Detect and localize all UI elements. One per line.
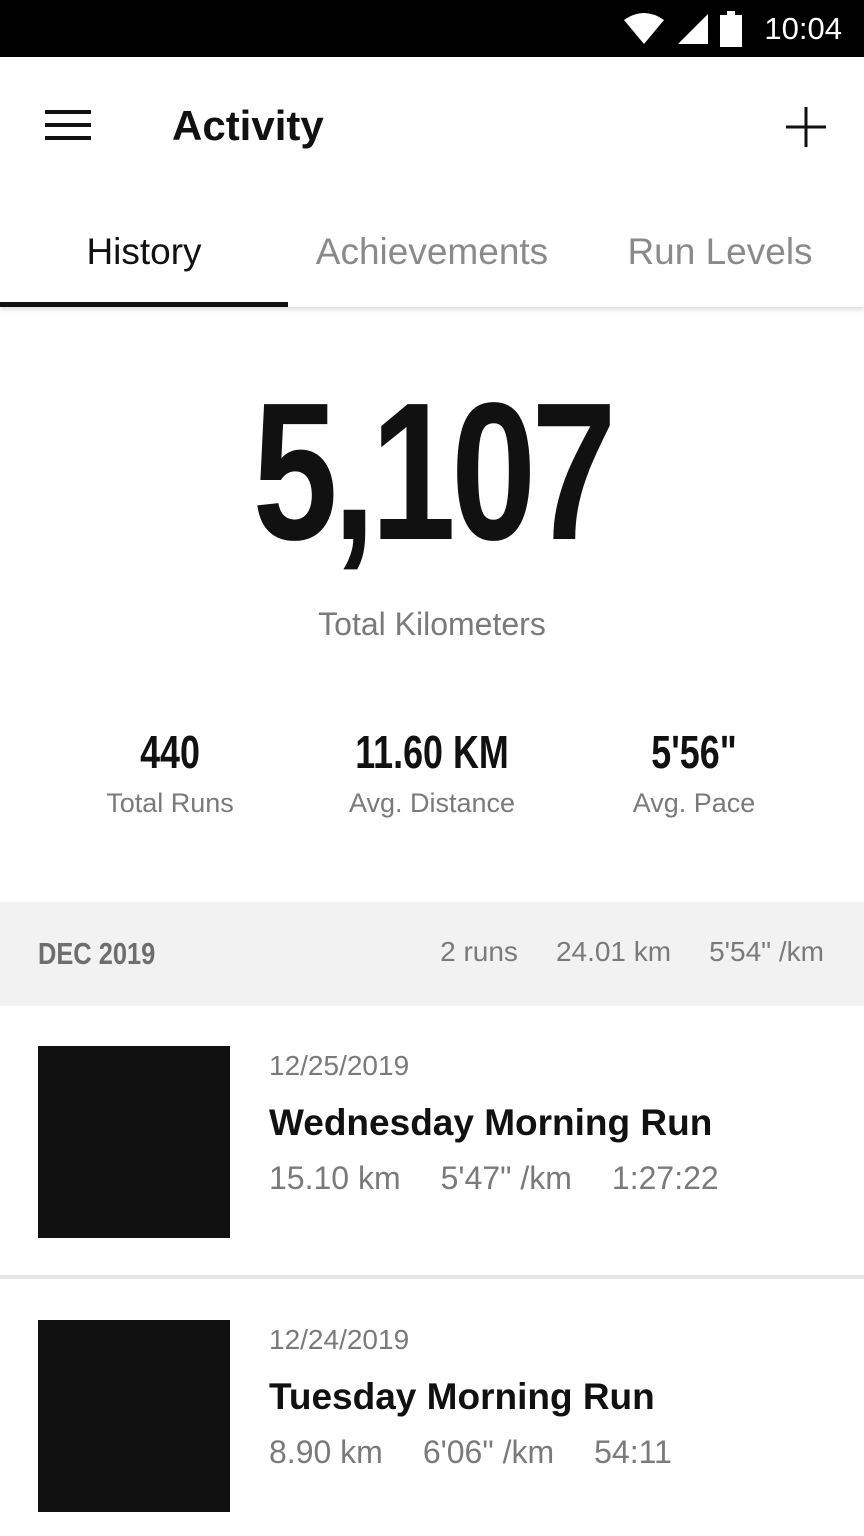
run-duration: 54:11	[594, 1434, 672, 1470]
month-pace: 5'54" /km	[709, 936, 824, 967]
stat-value: 11.60 KM	[355, 726, 509, 778]
run-distance: 8.90 km	[269, 1434, 383, 1470]
page-title: Activity	[172, 102, 324, 149]
tab-run-levels[interactable]: Run Levels	[576, 197, 864, 307]
run-map-thumbnail	[38, 1320, 230, 1512]
run-metrics: 15.10 km 5'47" /km 1:27:22	[269, 1160, 719, 1197]
wifi-icon	[624, 12, 665, 44]
total-distance-value: 5,107	[252, 362, 616, 581]
cell-signal-icon	[678, 13, 709, 44]
month-label: DEC 2019	[38, 936, 156, 971]
stat-label: Avg. Pace	[632, 788, 756, 818]
run-list-item[interactable]: 12/25/2019 Wednesday Morning Run 15.10 k…	[0, 1006, 864, 1278]
tab-achievements[interactable]: Achievements	[288, 197, 576, 307]
run-map-thumbnail	[38, 1046, 230, 1238]
run-pace: 6'06" /km	[422, 1434, 555, 1470]
status-icons: 10:04	[622, 0, 842, 57]
run-distance: 15.10 km	[269, 1160, 401, 1196]
status-bar: 10:04	[0, 0, 864, 57]
total-distance-label: Total Kilometers	[318, 606, 546, 642]
active-tab-indicator	[0, 302, 288, 307]
hamburger-menu-icon	[45, 110, 91, 140]
run-pace: 5'47" /km	[440, 1160, 572, 1196]
run-metrics: 8.90 km 6'06" /km 54:11	[269, 1434, 672, 1471]
menu-button[interactable]	[30, 93, 106, 157]
plus-icon	[786, 107, 826, 147]
stat-avg-pace: 5'56" Avg. Pace	[564, 726, 824, 819]
run-date: 12/25/2019	[269, 1050, 410, 1081]
month-run-count: 2 runs	[440, 936, 518, 967]
month-stats: 2 runs 24.01 km 5'54" /km	[440, 936, 824, 968]
run-title: Wednesday Morning Run	[269, 1102, 713, 1143]
app-bar: Activity	[0, 57, 864, 197]
month-section-header: DEC 2019 2 runs 24.01 km 5'54" /km	[0, 902, 864, 1006]
stat-label: Avg. Distance	[348, 788, 516, 818]
status-time: 10:04	[764, 10, 842, 46]
battery-icon	[720, 10, 743, 47]
stat-value: 440	[140, 726, 200, 778]
stat-avg-distance: 11.60 KM Avg. Distance	[302, 726, 562, 819]
tab-history[interactable]: History	[0, 197, 288, 307]
stat-total-runs: 440 Total Runs	[40, 726, 300, 819]
run-duration: 1:27:22	[611, 1160, 719, 1196]
tab-bar: History Achievements Run Levels	[0, 197, 864, 307]
month-distance: 24.01 km	[555, 936, 672, 967]
stat-label: Total Runs	[106, 788, 234, 818]
list-divider	[0, 1275, 864, 1279]
add-activity-button[interactable]	[772, 93, 840, 161]
run-date: 12/24/2019	[269, 1324, 410, 1355]
run-list-item[interactable]: 12/24/2019 Tuesday Morning Run 8.90 km 6…	[0, 1280, 864, 1536]
run-title: Tuesday Morning Run	[269, 1376, 655, 1417]
stat-value: 5'56"	[651, 726, 737, 778]
summary-stats: 440 Total Runs 11.60 KM Avg. Distance 5'…	[0, 726, 864, 826]
total-distance: 5,107	[0, 362, 864, 581]
